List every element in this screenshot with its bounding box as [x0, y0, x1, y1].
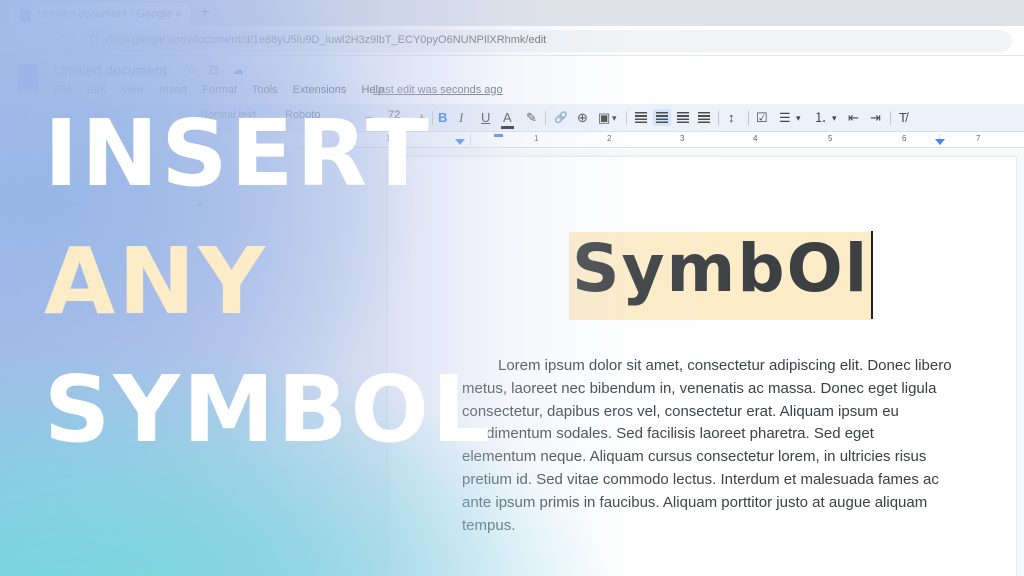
headline-line-insert: INSERT — [44, 100, 432, 207]
ruler-number: 7 — [976, 134, 981, 143]
ruler-number: 1 — [534, 134, 539, 143]
chevron-down-icon[interactable]: ▾ — [796, 109, 801, 127]
headline-line-symbol: SYMBOL — [44, 356, 494, 463]
move-to-folder-icon[interactable]: ⊡ — [209, 63, 219, 77]
forward-icon[interactable]: → — [34, 32, 47, 47]
align-center-icon[interactable] — [653, 109, 671, 126]
docs-favicon-icon — [20, 9, 31, 22]
italic-button[interactable]: I — [459, 109, 463, 127]
toolbar-divider — [432, 111, 433, 125]
tab-title: Untitled document - Google Docs — [38, 8, 173, 20]
chevron-down-icon[interactable]: ▾ — [832, 109, 837, 127]
cloud-status-icon[interactable]: ☁ — [232, 63, 244, 77]
headline-line-any: ANY — [44, 228, 268, 335]
numbered-list-icon[interactable]: ⒈ — [814, 109, 827, 127]
address-bar: ← → ↻ docs.google.com/document/d/1e88yU5… — [0, 26, 1024, 56]
align-right-icon[interactable] — [677, 112, 689, 123]
line-spacing-icon[interactable]: ↕ — [728, 109, 735, 127]
docs-logo-icon[interactable] — [18, 64, 38, 91]
insert-link-icon[interactable]: 🔗 — [554, 109, 568, 127]
ruler-number: 6 — [902, 134, 907, 143]
undo-icon[interactable]: ↶ — [18, 109, 29, 127]
text-color-button[interactable]: A — [503, 109, 512, 127]
bold-button[interactable]: B — [438, 109, 447, 127]
toolbar-divider — [748, 111, 749, 125]
url-text[interactable]: docs.google.com/document/d/1e88yU5lu9D_i… — [106, 34, 546, 46]
menu-format[interactable]: Format — [202, 84, 237, 96]
checklist-icon[interactable]: ☑ — [756, 109, 768, 127]
highlight-color-icon[interactable]: ✎ — [526, 109, 537, 127]
insert-image-icon[interactable]: ▣ — [598, 109, 610, 127]
document-title[interactable]: Untitled document — [54, 62, 167, 78]
toolbar-divider — [545, 111, 546, 125]
underline-button[interactable]: U — [481, 109, 490, 127]
left-indent-marker[interactable] — [455, 139, 465, 145]
menu-edit[interactable]: Edit — [87, 84, 106, 96]
close-tab-icon[interactable]: × — [175, 7, 182, 21]
lock-icon — [90, 35, 97, 44]
right-indent-marker[interactable] — [935, 139, 945, 145]
bulleted-list-icon[interactable]: ☰ — [779, 109, 791, 127]
increase-indent-icon[interactable]: ⇥ — [870, 109, 881, 127]
ruler-text-area — [470, 134, 940, 145]
ruler-number: 3 — [680, 134, 685, 143]
align-left-icon[interactable] — [635, 112, 647, 123]
menu-bar: File Edit View Insert Format Tools Exten… — [54, 84, 396, 96]
chevron-down-icon[interactable]: ▾ — [612, 109, 617, 127]
menu-view[interactable]: View — [121, 84, 145, 96]
star-icon[interactable]: ☆ — [186, 63, 197, 77]
browser-tab-bar: Untitled document - Google Docs × + — [0, 0, 1024, 26]
ruler-number: 2 — [607, 134, 612, 143]
text-cursor — [871, 231, 873, 319]
symbol-word[interactable]: SymbOl — [572, 232, 869, 306]
docs-header: Untitled document ☆ ⊡ ☁ File Edit View I… — [0, 56, 1024, 104]
toolbar-divider — [626, 111, 627, 125]
add-comment-icon[interactable]: ⊕ — [577, 109, 588, 127]
ruler-number: 4 — [753, 134, 758, 143]
toolbar-divider — [718, 111, 719, 125]
first-line-indent-marker[interactable] — [494, 134, 503, 137]
align-justify-icon[interactable] — [698, 112, 710, 123]
body-paragraph[interactable]: Lorem ipsum dolor sit amet, consectetur … — [462, 355, 952, 537]
omnibox[interactable]: docs.google.com/document/d/1e88yU5lu9D_i… — [82, 30, 1012, 52]
new-tab-button[interactable]: + — [200, 3, 209, 23]
menu-extensions[interactable]: Extensions — [293, 84, 347, 96]
ruler-number: 5 — [828, 134, 833, 143]
menu-tools[interactable]: Tools — [252, 84, 278, 96]
clear-formatting-icon[interactable]: T̸ — [899, 109, 907, 127]
reload-icon[interactable]: ↻ — [58, 32, 69, 48]
decrease-indent-icon[interactable]: ⇤ — [848, 109, 859, 127]
menu-insert[interactable]: Insert — [160, 84, 188, 96]
last-edit-link[interactable]: Last edit was seconds ago — [373, 84, 503, 96]
back-icon[interactable]: ← — [10, 32, 23, 47]
menu-file[interactable]: File — [54, 84, 72, 96]
text-color-swatch — [501, 126, 514, 129]
browser-tab[interactable]: Untitled document - Google Docs × — [10, 3, 190, 26]
toolbar-divider — [890, 111, 891, 125]
